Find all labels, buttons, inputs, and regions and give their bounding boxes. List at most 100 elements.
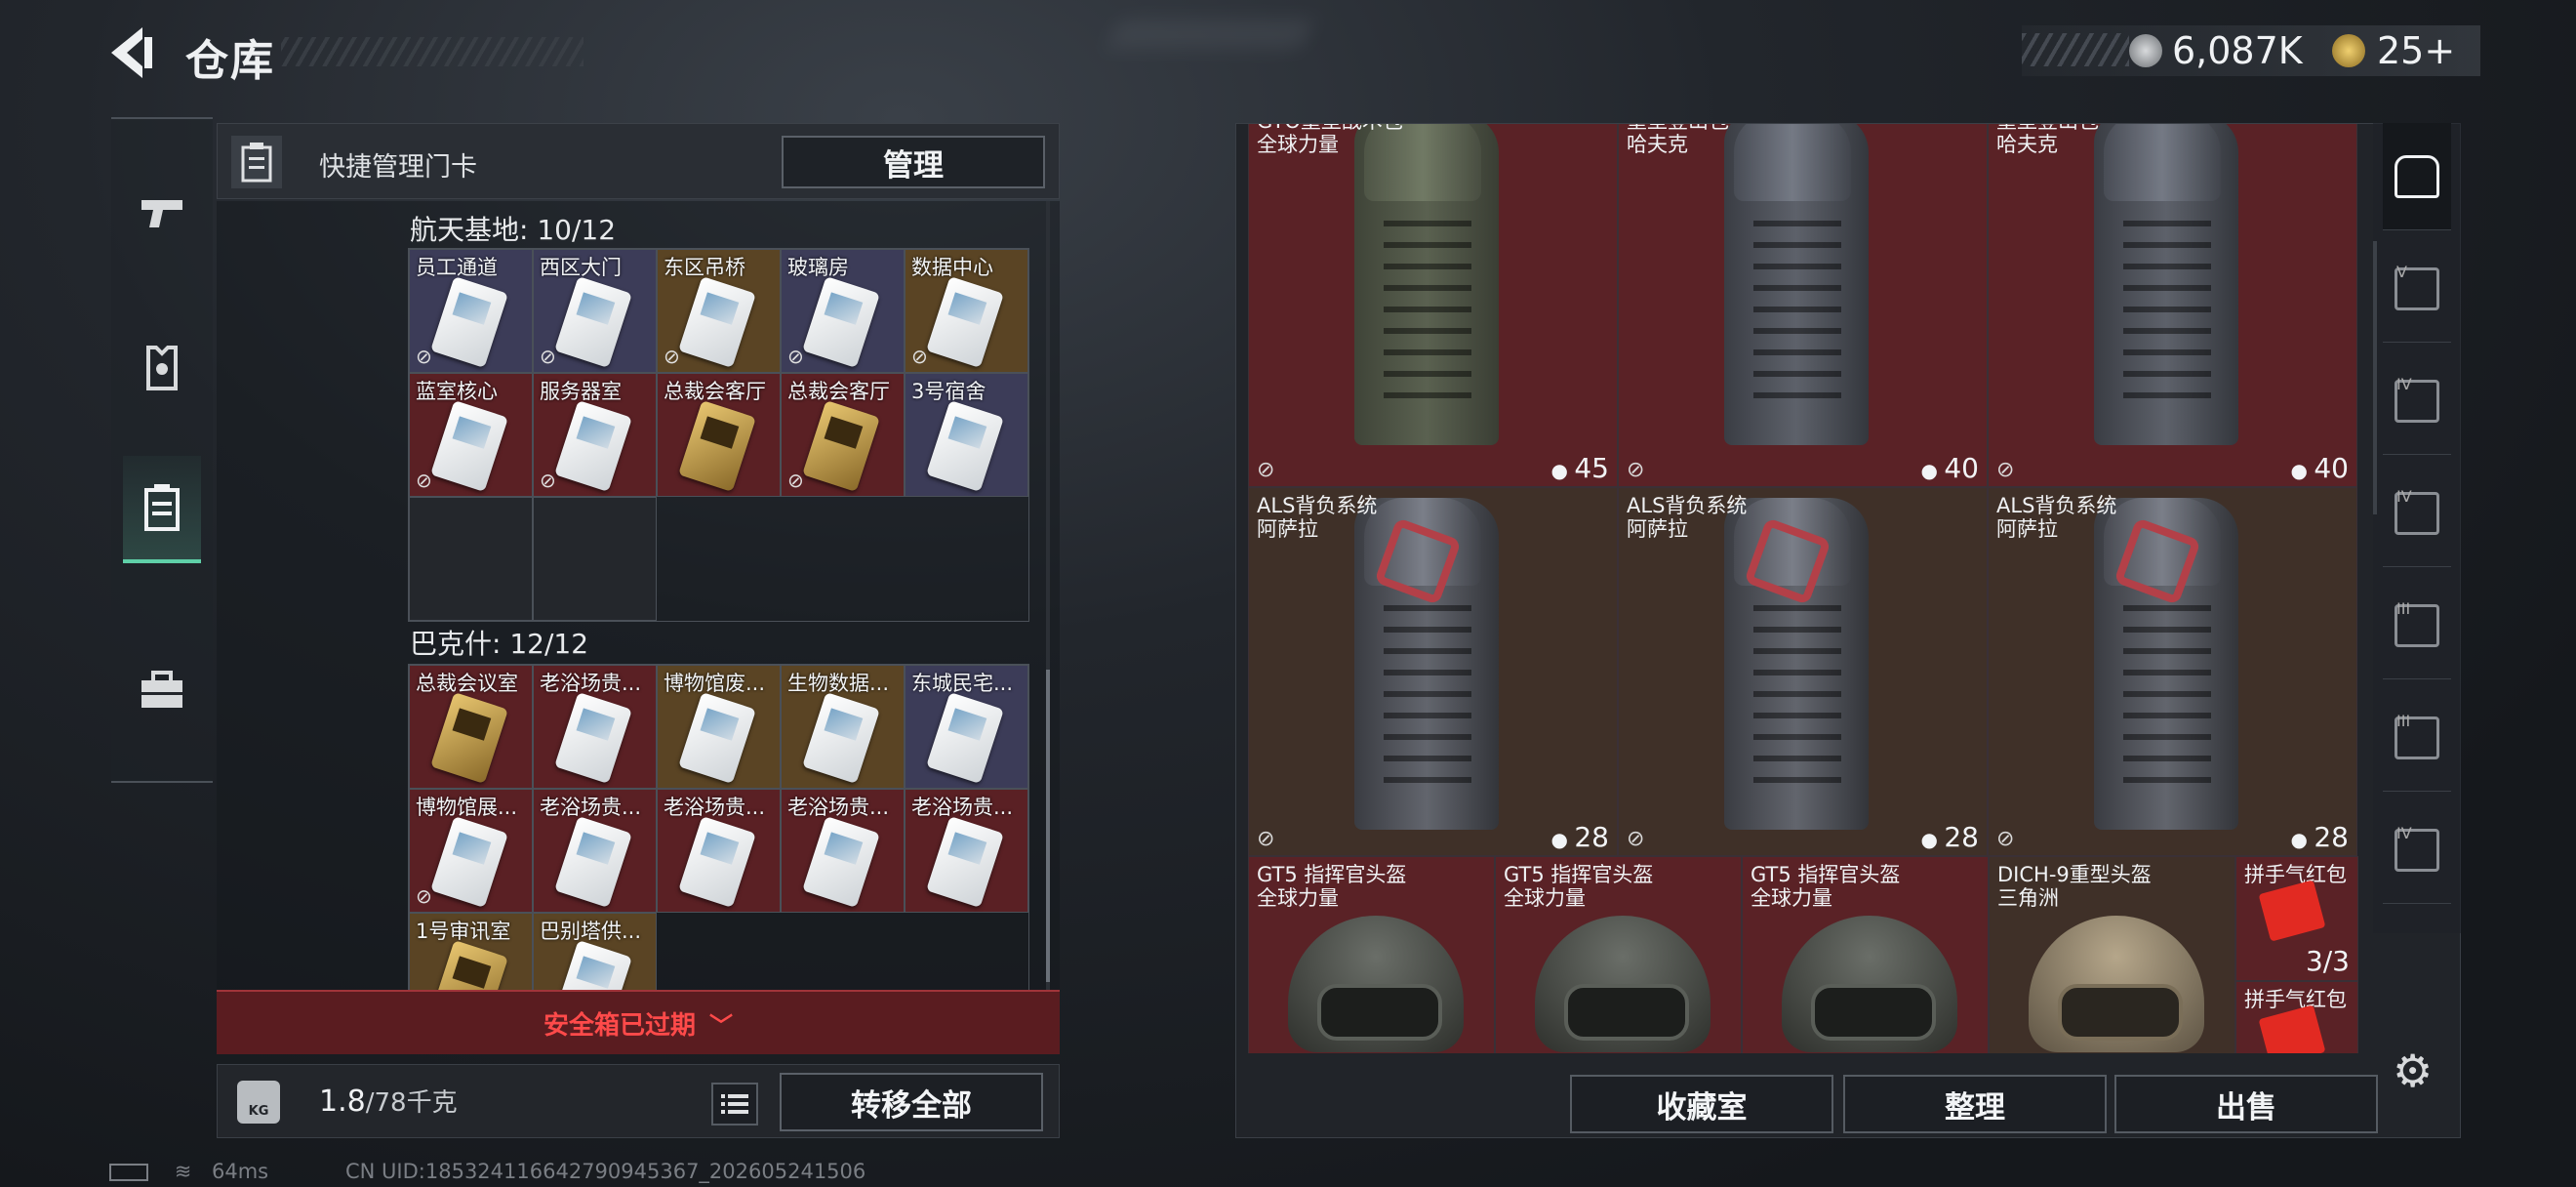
- equipment-slot-tab[interactable]: [2383, 123, 2451, 230]
- helmet-image: [1535, 916, 1711, 1052]
- no-trade-icon: ⊘: [1257, 827, 1275, 851]
- helmet-item[interactable]: DICH-9重型头盔 三角洲: [1989, 856, 2235, 1053]
- keycard-slot[interactable]: 老浴场贵...: [905, 789, 1028, 913]
- keycard-slot[interactable]: 蓝室核心 ⊘: [409, 373, 533, 497]
- keycard-holder-icon: [231, 136, 282, 188]
- equipment-slot-nav: V IV IV III III IV: [2373, 123, 2461, 933]
- capacity-value: 40: [1944, 452, 1979, 484]
- keycard-name: 员工通道: [416, 256, 498, 279]
- collection-room-button[interactable]: 收藏室: [1570, 1075, 1833, 1133]
- keycard-name: 蓝室核心: [416, 380, 498, 403]
- keycard-name: 博物馆展...: [416, 796, 518, 819]
- keycard-slot[interactable]: 东区吊桥 ⊘: [657, 249, 781, 373]
- slot-tier: IV: [2396, 487, 2412, 506]
- equipment-slot-tab[interactable]: IV: [2383, 348, 2451, 455]
- keycard-slot[interactable]: 玻璃房 ⊘: [781, 249, 905, 373]
- slot-tier: III: [2396, 599, 2411, 618]
- keycard-name: 玻璃房: [787, 256, 849, 279]
- equipment-slot-tab[interactable]: V: [2383, 235, 2451, 343]
- item-faction: 哈夫克: [1996, 133, 2058, 156]
- red-packet-item[interactable]: 拼手气红包: [2235, 981, 2358, 1053]
- manage-button[interactable]: 管理: [782, 136, 1045, 188]
- status-readout: ≋ 64ms: [109, 1160, 268, 1183]
- equipment-slot-tab[interactable]: III: [2383, 684, 2451, 792]
- title-decoration: [281, 37, 584, 66]
- no-trade-icon: ⊘: [787, 469, 804, 492]
- safe-box-expired-banner[interactable]: 安全箱已过期 ﹀: [217, 990, 1060, 1054]
- keycard-name: 老浴场贵...: [540, 672, 642, 695]
- equipment-slot-tab[interactable]: IV: [2383, 797, 2451, 904]
- list-icon: [721, 1094, 748, 1114]
- equipment-slot-tab[interactable]: IV: [2383, 460, 2451, 567]
- keycard-slot[interactable]: 巴别塔供...: [533, 913, 657, 992]
- keycard-grid: 总裁会议室 老浴场贵... 博物馆废... 生物数据... 东城民宅... 博物馆展...…: [408, 664, 1029, 992]
- helmet-item[interactable]: GT5 指挥官头盔 全球力量: [1495, 856, 1742, 1053]
- keycard-slot[interactable]: 东城民宅...: [905, 665, 1028, 789]
- sell-button[interactable]: 出售: [2114, 1075, 2378, 1133]
- red-packet-item[interactable]: 拼手气红包 3/3: [2235, 856, 2358, 981]
- keycard-slot[interactable]: 1号审讯室: [409, 913, 533, 992]
- item-faction: 全球力量: [1257, 133, 1339, 156]
- helmet-item[interactable]: GT5 指挥官头盔 全球力量: [1742, 856, 1989, 1053]
- helmet-item[interactable]: GT5 指挥官头盔 全球力量: [1248, 856, 1495, 1053]
- no-trade-icon: ⊘: [664, 345, 680, 368]
- keycard-slot[interactable]: 员工通道 ⊘: [409, 249, 533, 373]
- backpack-item[interactable]: ALS背负系统 阿萨拉 ⊘ ● 28: [1618, 487, 1988, 856]
- no-trade-icon: ⊘: [1996, 827, 2015, 851]
- keycard-slot[interactable]: 总裁会客厅: [657, 373, 781, 497]
- keycard-slot[interactable]: 总裁会客厅 ⊘: [781, 373, 905, 497]
- keycard-name: 老浴场贵...: [911, 796, 1014, 819]
- keycard-slot[interactable]: 数据中心 ⊘: [905, 249, 1028, 373]
- keycard-slot[interactable]: 博物馆展... ⊘: [409, 789, 533, 913]
- nav-keycards[interactable]: [123, 456, 201, 563]
- equipment-slot-tab[interactable]: III: [2383, 572, 2451, 679]
- group-title: 巴克什: 12/12: [410, 628, 589, 660]
- backpack-item[interactable]: ALS背负系统 阿萨拉 ⊘ ● 28: [1248, 487, 1618, 856]
- backpack-item[interactable]: ALS背负系统 阿萨拉 ⊘ ● 28: [1988, 487, 2357, 856]
- capacity-icon: ●: [2290, 459, 2314, 482]
- capacity-icon: ●: [1550, 459, 1575, 482]
- gear-icon[interactable]: ⚙: [2393, 1044, 2433, 1097]
- scrollbar-thumb[interactable]: [1046, 670, 1050, 982]
- keycard-slot[interactable]: 总裁会议室: [409, 665, 533, 789]
- nav-toolbox[interactable]: [123, 636, 201, 744]
- keycard-slot[interactable]: 西区大门 ⊘: [533, 249, 657, 373]
- expired-text: 安全箱已过期: [543, 1010, 696, 1041]
- transfer-all-button[interactable]: 转移全部: [780, 1073, 1043, 1131]
- keycard-icon: [802, 691, 880, 785]
- keycard-slot[interactable]: 3号宿舍: [905, 373, 1028, 497]
- keycard-slot[interactable]: 博物馆废...: [657, 665, 781, 789]
- backpack-item[interactable]: 重型登山包哈夫克⊘● 40: [1618, 124, 1988, 487]
- battery-icon: [109, 1164, 148, 1181]
- keycard-list[interactable]: 航天基地: 10/12 员工通道 ⊘ 西区大门 ⊘ 东区吊桥 ⊘ 玻璃房 ⊘ 数据中心 ⊘ 蓝室核心…: [217, 201, 1060, 992]
- ticket-icon: [2332, 34, 2365, 67]
- keycard-icon: [926, 815, 1004, 909]
- storage-grid[interactable]: GTO重型战术包全球力量⊘● 45重型登山包哈夫克⊘● 40重型登山包哈夫克⊘●…: [1248, 124, 2370, 1053]
- vest-icon: [146, 346, 178, 390]
- chevron-down-icon: ﹀: [709, 1011, 733, 1040]
- back-arrow-icon[interactable]: [105, 23, 158, 82]
- backpack-item[interactable]: 重型登山包哈夫克⊘● 40: [1988, 124, 2357, 487]
- red-packet-icon: [2258, 880, 2326, 942]
- slot-tier: IV: [2396, 375, 2412, 393]
- keycard-slot[interactable]: 老浴场贵...: [533, 665, 657, 789]
- nav-weapons[interactable]: [123, 158, 201, 266]
- keycard-icon: [430, 275, 508, 369]
- backpack-item[interactable]: GTO重型战术包全球力量⊘● 45: [1248, 124, 1618, 487]
- keycard-slot[interactable]: 老浴场贵...: [657, 789, 781, 913]
- nav-armor[interactable]: [123, 314, 201, 422]
- keycard-slot[interactable]: 老浴场贵...: [533, 789, 657, 913]
- keycard-slot[interactable]: 老浴场贵...: [781, 789, 905, 913]
- keycard-slot[interactable]: 服务器室 ⊘: [533, 373, 657, 497]
- keycard-name: 总裁会议室: [416, 672, 518, 695]
- item-faction: 阿萨拉: [1996, 517, 2058, 541]
- keycard-slot[interactable]: 生物数据...: [781, 665, 905, 789]
- keycard-icon: [430, 691, 508, 785]
- list-view-button[interactable]: [711, 1083, 758, 1126]
- page-title: 仓库: [185, 36, 275, 86]
- currency-decoration: [2022, 33, 2129, 66]
- organize-button[interactable]: 整理: [1843, 1075, 2107, 1133]
- keycard-icon: [554, 399, 632, 493]
- item-faction: 阿萨拉: [1627, 517, 1688, 541]
- item-faction: 全球力量: [1504, 886, 1586, 910]
